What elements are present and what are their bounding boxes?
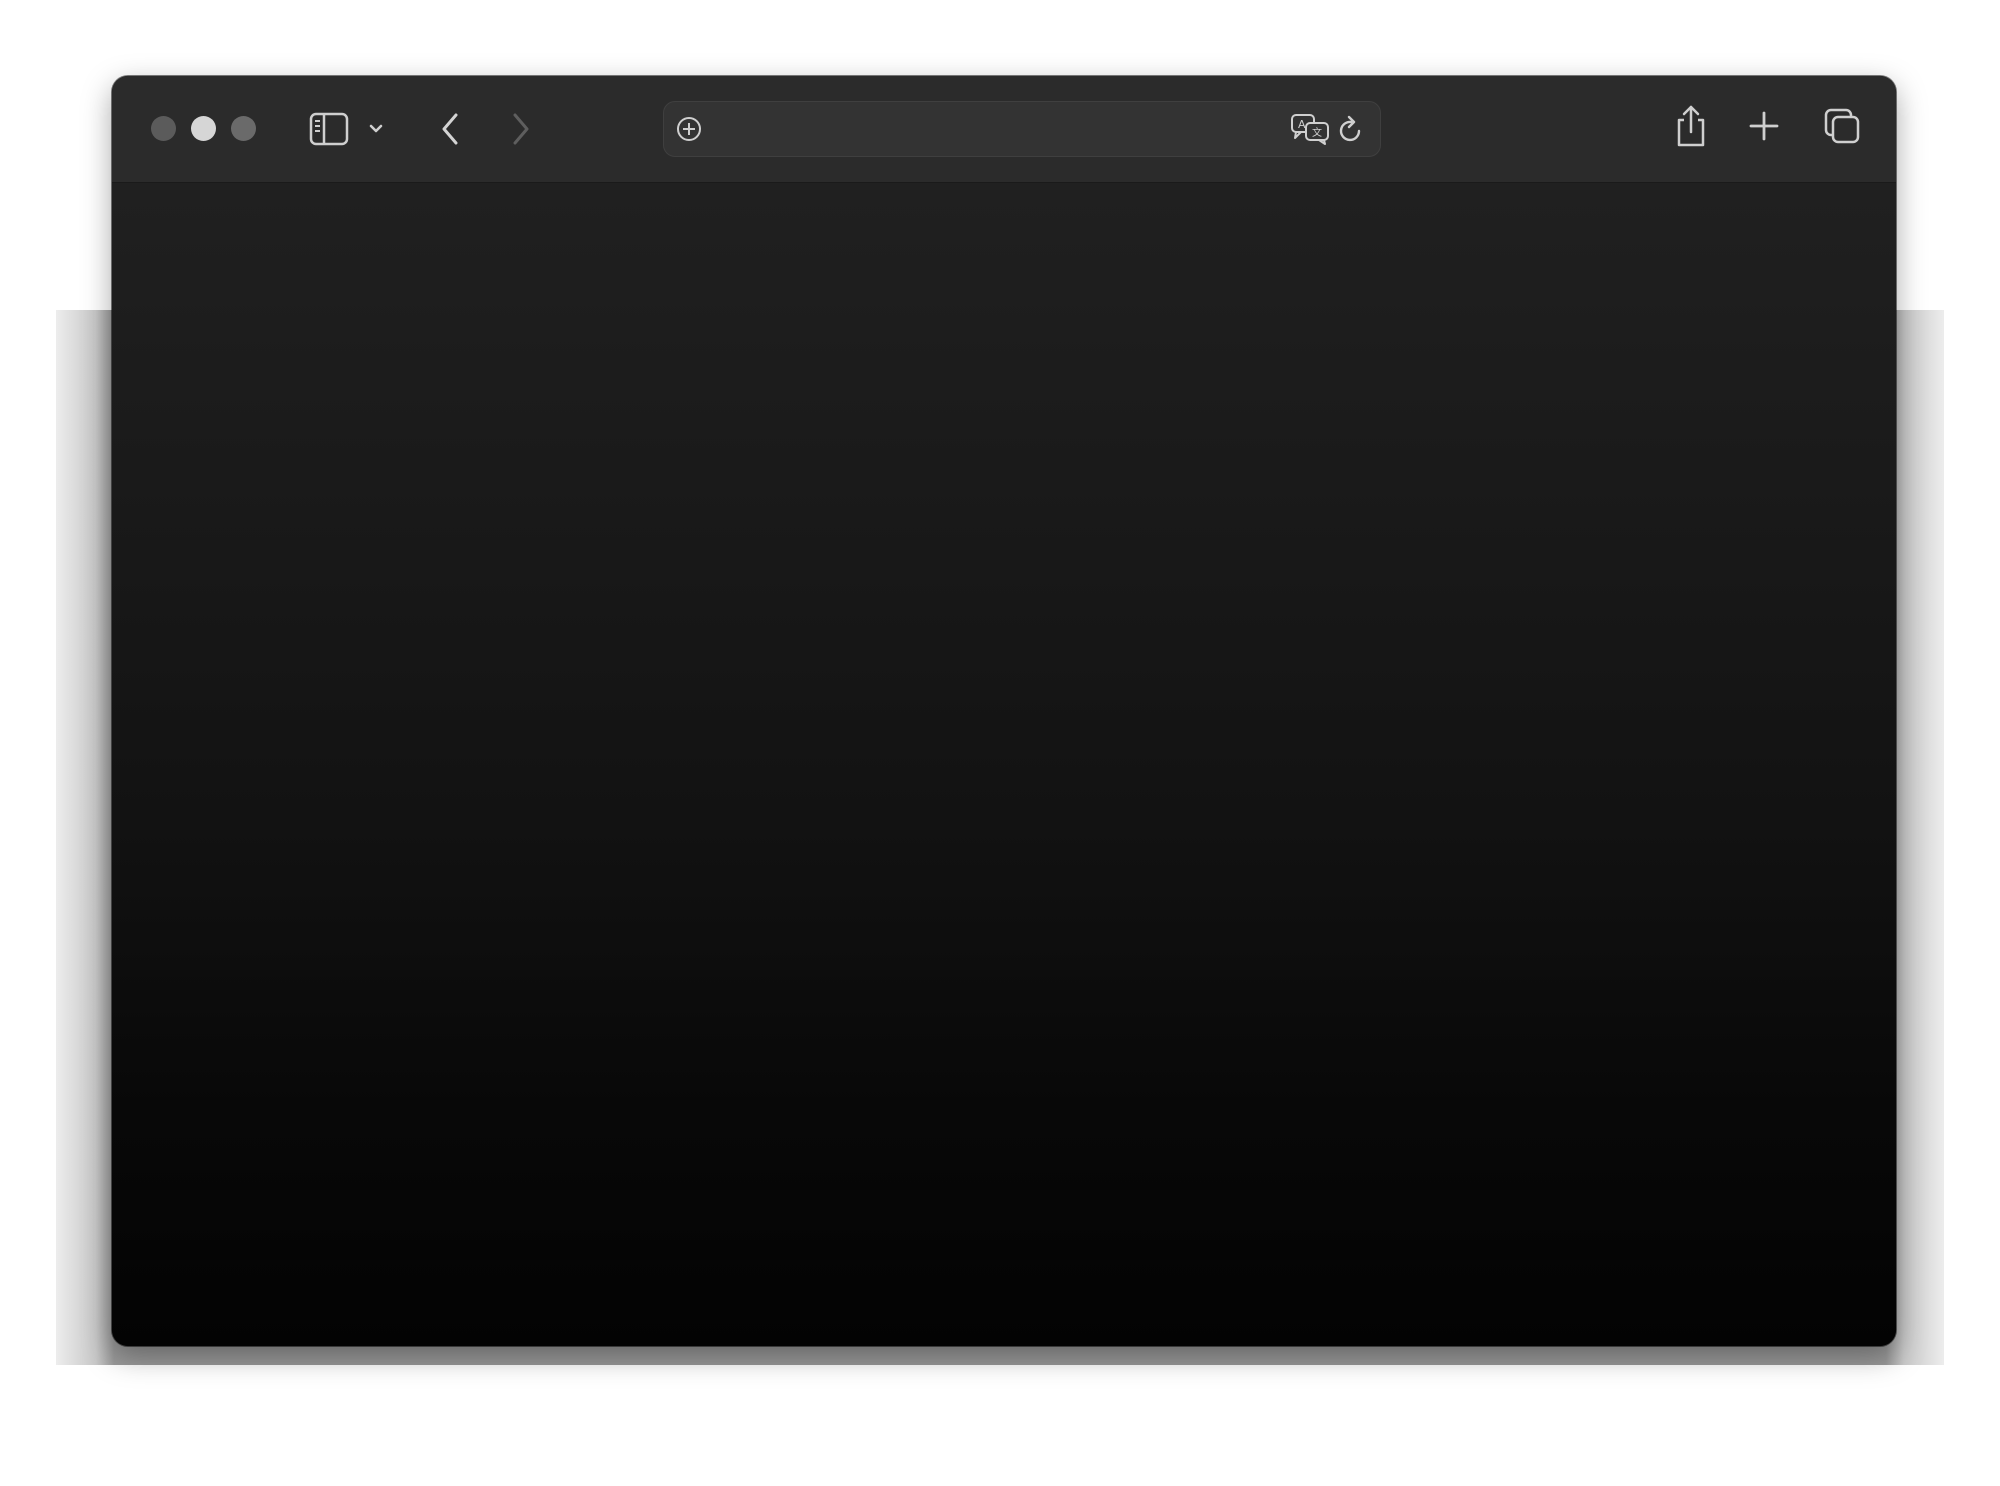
- svg-text:文: 文: [1312, 126, 1322, 139]
- chevron-left-icon: [439, 111, 461, 147]
- tab-overview-icon: [1823, 107, 1861, 145]
- translate-icon[interactable]: A 文: [1290, 112, 1330, 146]
- plus-icon: [1748, 110, 1780, 142]
- new-tab-button[interactable]: [1746, 108, 1782, 144]
- svg-text:A: A: [1298, 118, 1306, 131]
- add-circle-icon[interactable]: [674, 114, 704, 144]
- web-content-area[interactable]: [112, 183, 1896, 1346]
- sidebar-icon: [309, 112, 349, 146]
- back-button[interactable]: [432, 106, 468, 152]
- browser-window: A 文: [112, 76, 1896, 1346]
- zoom-window-button[interactable]: [231, 116, 256, 141]
- sidebar-toggle-button[interactable]: [308, 110, 350, 148]
- browser-toolbar: A 文: [112, 76, 1896, 183]
- tab-overview-button[interactable]: [1822, 106, 1862, 146]
- minimize-window-button[interactable]: [191, 116, 216, 141]
- reload-icon[interactable]: [1336, 114, 1366, 144]
- close-window-button[interactable]: [151, 116, 176, 141]
- address-bar[interactable]: A 文: [663, 101, 1381, 157]
- share-icon: [1674, 104, 1708, 148]
- chevron-down-icon: [368, 123, 384, 135]
- share-button[interactable]: [1672, 102, 1710, 150]
- forward-button[interactable]: [503, 106, 539, 152]
- sidebar-menu-button[interactable]: [364, 116, 388, 142]
- chevron-right-icon: [510, 111, 532, 147]
